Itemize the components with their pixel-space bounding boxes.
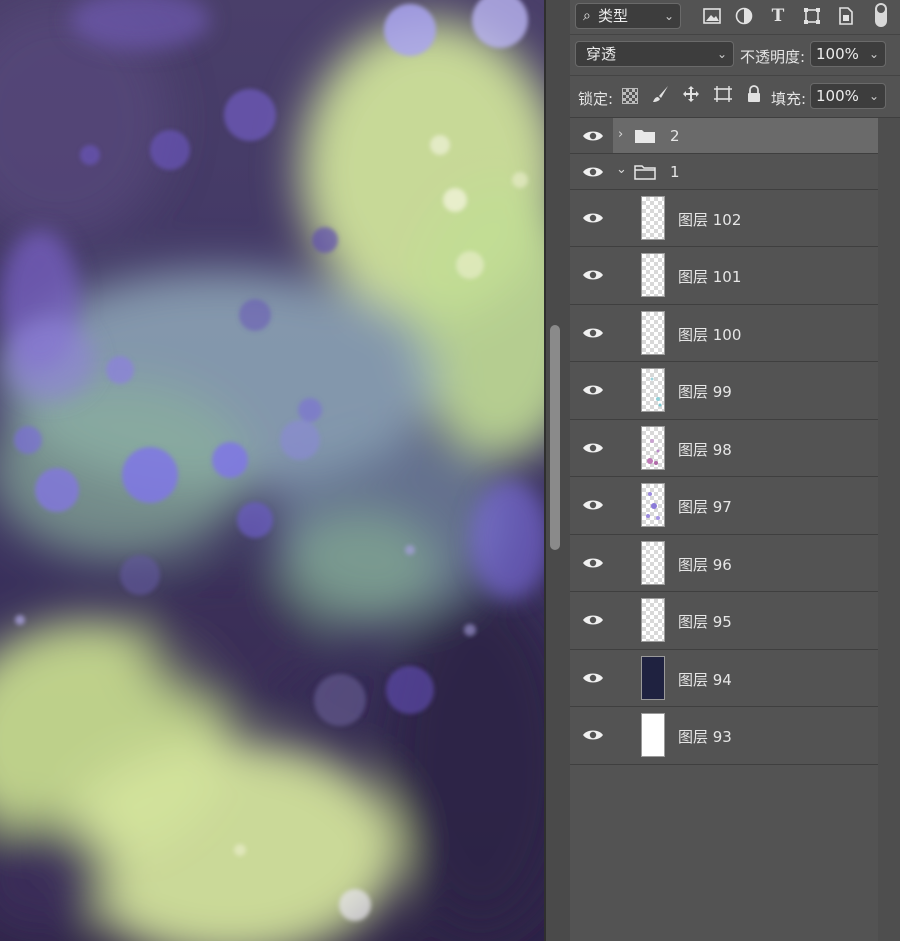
lock-image-pixels-icon[interactable]: [650, 85, 672, 107]
layer-name: 图层 93: [678, 728, 732, 746]
blend-row: 穿透 ⌄ 不透明度: 100% ⌄: [570, 36, 900, 74]
smart-object-filter-icon[interactable]: [835, 5, 857, 27]
document-canvas[interactable]: [0, 0, 544, 941]
visibility-eye-icon[interactable]: [582, 671, 604, 685]
fill-field[interactable]: 100% ⌄: [810, 83, 886, 109]
lock-position-icon[interactable]: [680, 85, 702, 107]
panel-right-edge: [878, 118, 900, 941]
layer-name: 图层 100: [678, 326, 742, 344]
layer-row[interactable]: 图层 99: [570, 362, 878, 420]
layer-row[interactable]: 图层 100: [570, 305, 878, 362]
opacity-label: 不透明度:: [740, 48, 806, 66]
visibility-eye-icon[interactable]: [582, 268, 604, 282]
layer-name: 图层 99: [678, 383, 732, 401]
shape-filter-icon[interactable]: [801, 5, 823, 27]
visibility-eye-icon[interactable]: [582, 129, 604, 143]
folder-open-icon: [634, 164, 656, 180]
layer-row[interactable]: 图层 102: [570, 190, 878, 247]
filter-toggle-switch[interactable]: [875, 3, 887, 27]
opacity-field[interactable]: 100% ⌄: [810, 41, 886, 67]
layer-group-2[interactable]: › 2: [570, 118, 878, 154]
folder-icon: [634, 128, 656, 144]
layer-row[interactable]: 图层 97: [570, 477, 878, 535]
layer-group-1[interactable]: ⌄ 1: [570, 154, 878, 190]
layer-name: 图层 96: [678, 556, 732, 574]
visibility-eye-icon[interactable]: [582, 326, 604, 340]
layer-thumbnail: [641, 253, 665, 297]
layer-thumbnail: [641, 656, 665, 700]
layer-thumbnail: [641, 196, 665, 240]
chevron-down-icon: ⌄: [663, 9, 674, 23]
visibility-eye-icon[interactable]: [582, 165, 604, 179]
lock-artboard-icon[interactable]: [712, 85, 734, 107]
layer-name: 图层 98: [678, 441, 732, 459]
opacity-value: 100%: [816, 45, 859, 63]
visibility-eye-icon[interactable]: [582, 556, 604, 570]
type-filter-icon[interactable]: T: [767, 5, 789, 27]
layer-row[interactable]: 图层 94: [570, 650, 878, 707]
image-filter-icon[interactable]: [701, 5, 723, 27]
filter-kind-dropdown[interactable]: ⌕ 类型 ⌄: [575, 3, 681, 29]
layer-name: 图层 94: [678, 671, 732, 689]
layer-row[interactable]: 图层 95: [570, 592, 878, 650]
layer-row[interactable]: 图层 101: [570, 247, 878, 305]
chevron-down-icon: ⌄: [868, 89, 879, 103]
blend-mode-value: 穿透: [586, 45, 617, 63]
layer-thumbnail: [641, 483, 665, 527]
lock-label: 锁定:: [578, 90, 614, 108]
layer-row[interactable]: 图层 98: [570, 420, 878, 477]
lock-all-icon[interactable]: [743, 85, 765, 107]
layer-name: 图层 95: [678, 613, 732, 631]
layer-thumbnail: [641, 713, 665, 757]
layer-thumbnail: [641, 368, 665, 412]
filter-kind-label: 类型: [598, 7, 629, 25]
visibility-eye-icon[interactable]: [582, 498, 604, 512]
canvas-scrollbar-thumb[interactable]: [550, 325, 560, 550]
lock-transparent-pixels-icon[interactable]: [622, 88, 638, 104]
visibility-eye-icon[interactable]: [582, 441, 604, 455]
visibility-eye-icon[interactable]: [582, 211, 604, 225]
blend-mode-dropdown[interactable]: 穿透 ⌄: [575, 41, 734, 67]
layer-thumbnail: [641, 426, 665, 470]
chevron-down-icon: ⌄: [716, 47, 727, 61]
fill-value: 100%: [816, 87, 859, 105]
layer-name: 2: [670, 127, 680, 145]
layers-panel: ⌕ 类型 ⌄ T 穿透 ⌄ 不透明度: 100% ⌄ 锁定: 填充: 100% …: [570, 0, 900, 941]
chevron-down-icon: ⌄: [868, 47, 879, 61]
visibility-eye-icon[interactable]: [582, 613, 604, 627]
layer-thumbnail: [641, 541, 665, 585]
layer-thumbnail: [641, 598, 665, 642]
fill-label: 填充:: [771, 90, 807, 108]
search-icon: ⌕: [583, 8, 591, 24]
layer-name: 图层 101: [678, 268, 742, 286]
adjustment-filter-icon[interactable]: [733, 5, 755, 27]
layer-name: 图层 102: [678, 211, 742, 229]
layer-filter-bar: ⌕ 类型 ⌄ T: [570, 0, 900, 34]
layer-name: 图层 97: [678, 498, 732, 516]
chevron-down-icon[interactable]: ⌄: [616, 162, 627, 177]
visibility-eye-icon[interactable]: [582, 728, 604, 742]
lock-row: 锁定: 填充: 100% ⌄: [570, 76, 900, 116]
layer-row[interactable]: 图层 96: [570, 535, 878, 592]
layer-row[interactable]: 图层 93: [570, 707, 878, 765]
layer-name: 1: [670, 163, 680, 181]
chevron-right-icon[interactable]: ›: [618, 127, 623, 142]
watercolor-artwork: [0, 0, 544, 941]
visibility-eye-icon[interactable]: [582, 383, 604, 397]
layer-thumbnail: [641, 311, 665, 355]
